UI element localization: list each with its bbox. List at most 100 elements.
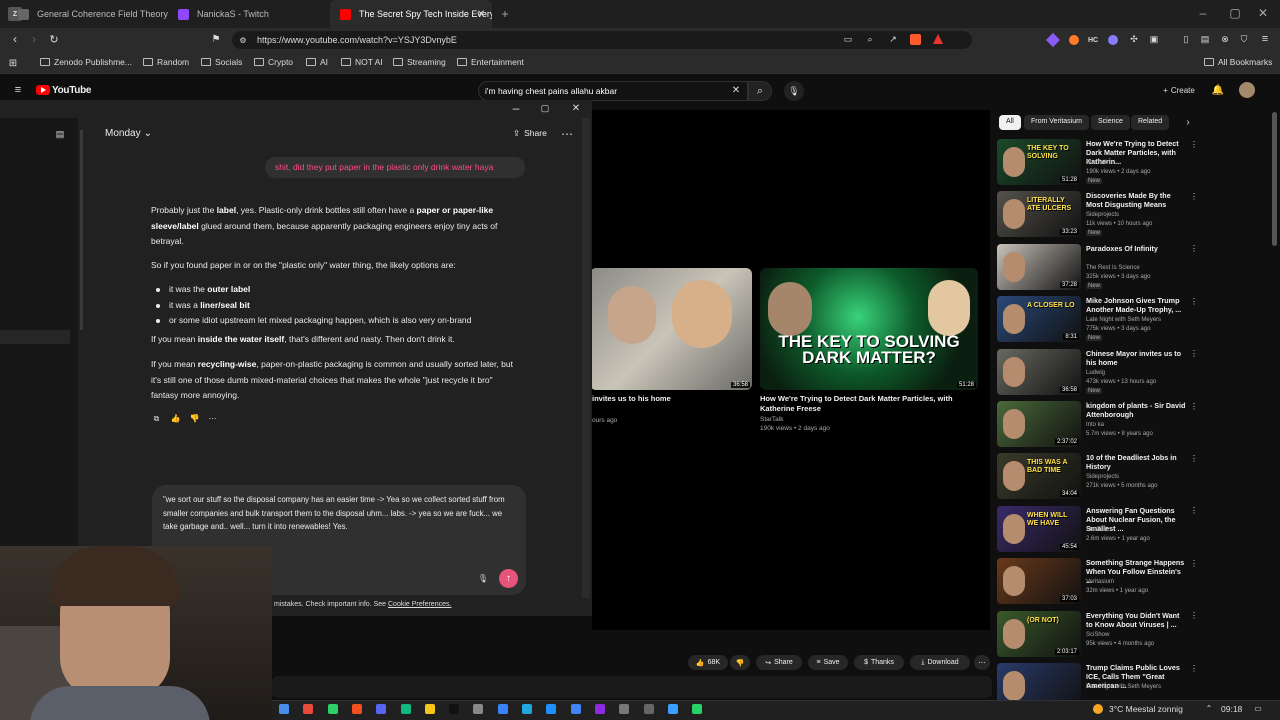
chrome-taskbar-icon[interactable] — [473, 704, 484, 714]
thumbs-up-icon[interactable]: 👍 — [170, 413, 181, 424]
more-actions-button[interactable]: ⋯ — [974, 655, 990, 670]
weather-text[interactable]: 3°C Meestal zonnig — [1109, 704, 1183, 714]
tab-youtube[interactable]: The Secret Spy Tech Inside Every — [330, 0, 492, 28]
hamburger-menu-icon[interactable]: ≡ — [12, 84, 24, 96]
screenshot-icon[interactable]: ▣ — [1148, 33, 1160, 45]
extension-4-icon[interactable] — [1108, 35, 1118, 45]
tool-taskbar-icon[interactable] — [619, 704, 630, 714]
spotify-taskbar-icon[interactable] — [327, 704, 338, 714]
like-button[interactable]: 👍 68K — [688, 655, 728, 670]
forward-icon[interactable]: › — [27, 32, 41, 46]
related-thumbnail[interactable]: THIS WAS A BAD TIME 34:04 — [997, 453, 1081, 500]
vpn-icon[interactable]: ⊗ — [1219, 33, 1231, 45]
related-thumbnail[interactable]: LITERALLY ATE ULCERS 33:23 — [997, 191, 1081, 238]
endscreen-thumbnail-1[interactable]: 36:58 — [590, 268, 752, 390]
related-thumbnail[interactable]: A CLOSER LO 8:31 — [997, 296, 1081, 343]
related-title[interactable]: Everything You Didn't Want to Know About… — [1086, 611, 1186, 629]
cookie-preferences-link[interactable]: Cookie Preferences. — [388, 601, 451, 608]
chat-scrollbar[interactable] — [582, 118, 590, 598]
sidebar-toggle-icon[interactable]: ▯ — [1180, 33, 1192, 45]
chat-more-icon[interactable]: ⋯ — [561, 127, 573, 141]
bookmark-streaming[interactable]: Streaming — [393, 57, 446, 67]
endscreen-video-title[interactable]: How We're Trying to Detect Dark Matter P… — [760, 394, 978, 414]
related-more-icon[interactable]: ⋮ — [1190, 611, 1198, 621]
bookmark-socials[interactable]: Socials — [201, 57, 242, 67]
thanks-button[interactable]: $ Thanks — [854, 655, 904, 670]
related-more-icon[interactable]: ⋮ — [1190, 139, 1198, 149]
maximize-window-icon[interactable]: ▢ — [1228, 6, 1242, 20]
vscode-taskbar-icon[interactable] — [522, 704, 532, 714]
related-video-item[interactable]: 37:03 Something Strange Happens When You … — [997, 558, 1198, 610]
reload-icon[interactable]: ↻ — [47, 32, 61, 46]
minimize-window-icon[interactable]: – — [1196, 6, 1210, 20]
related-more-icon[interactable]: ⋮ — [1190, 296, 1198, 306]
related-title[interactable]: 10 of the Deadliest Jobs in History — [1086, 453, 1186, 471]
notifications-bell-icon[interactable]: 🔔 — [1212, 84, 1224, 96]
related-title[interactable]: Discoveries Made By the Most Disgusting … — [1086, 191, 1186, 209]
close-tab-icon[interactable]: ✕ — [474, 7, 488, 21]
app2-taskbar-icon[interactable] — [497, 704, 508, 714]
related-title[interactable]: kingdom of plants - Sir David Attenborou… — [1086, 401, 1186, 419]
notes-taskbar-icon[interactable] — [424, 704, 435, 714]
chip-related[interactable]: Related — [1131, 115, 1170, 130]
related-more-icon[interactable]: ⋮ — [1190, 349, 1198, 359]
new-tab-icon[interactable]: + — [498, 7, 512, 21]
related-thumbnail[interactable]: (OR NOT) 2:03:17 — [997, 610, 1081, 657]
bookmark-crypto[interactable]: Crypto — [254, 57, 293, 67]
share-page-icon[interactable]: ↗ — [887, 33, 899, 45]
thumbs-down-icon[interactable]: 👎 — [189, 413, 200, 424]
tab-twitch[interactable]: NanickaS - Twitch — [168, 0, 328, 28]
related-video-item[interactable]: THE KEY TO SOLVING 51:28 How We're Trying … — [997, 139, 1198, 191]
endscreen-video-title[interactable]: invites us to his home — [592, 394, 671, 403]
related-more-icon[interactable]: ⋮ — [1190, 663, 1198, 673]
related-video-item[interactable]: A CLOSER LO 8:31 Mike Johnson Gives Trump … — [997, 296, 1198, 348]
related-title[interactable]: Mike Johnson Gives Trump Another Made-Up… — [1086, 296, 1186, 314]
related-more-icon[interactable]: ⋮ — [1190, 506, 1198, 516]
site-info-icon[interactable]: ⚙ — [238, 35, 248, 45]
send-button[interactable]: ↑ — [499, 569, 518, 588]
discord-taskbar-icon[interactable] — [376, 704, 387, 714]
dislike-button[interactable]: 👎 — [730, 655, 750, 670]
related-more-icon[interactable]: ⋮ — [1190, 401, 1198, 411]
whatsapp-taskbar-icon[interactable] — [692, 704, 703, 714]
menu-icon[interactable]: ≡ — [1259, 33, 1271, 45]
page-scrollbar[interactable] — [1272, 112, 1277, 246]
bookmark-random[interactable]: Random — [143, 57, 189, 67]
bookmark-icon[interactable]: ⚑ — [209, 32, 223, 46]
clock-time[interactable]: 09:18 — [1221, 704, 1242, 714]
chat-maximize-icon[interactable]: ▢ — [539, 102, 551, 114]
related-video-item[interactable]: WHEN WILL WE HAVE 45:54 Answering Fan Ques… — [997, 505, 1198, 558]
terminal-taskbar-icon[interactable] — [449, 704, 460, 714]
notification-center-icon[interactable]: ▭ — [1253, 703, 1263, 713]
bookmark-entertainment[interactable]: Entertainment — [457, 57, 524, 67]
microphone-icon[interactable]: 🎙 — [477, 572, 489, 584]
chat-close-icon[interactable]: ✕ — [570, 102, 582, 114]
download-button[interactable]: ⤓ Download — [910, 655, 970, 670]
extension-2-icon[interactable] — [1069, 35, 1079, 45]
chat-input-text[interactable]: "we sort our stuff so the disposal compa… — [163, 493, 518, 534]
related-video-item[interactable]: 2:37:02 kingdom of plants - Sir David Att… — [997, 401, 1198, 453]
figma-taskbar-icon[interactable] — [351, 704, 362, 714]
close-window-icon[interactable]: ✕ — [1256, 6, 1270, 20]
chip-science[interactable]: Science — [1091, 115, 1130, 130]
more-options-icon[interactable]: ⋯ — [207, 413, 218, 424]
related-video-item[interactable]: LITERALLY ATE ULCERS 33:23 Discoveries Mad… — [997, 191, 1198, 243]
related-video-item[interactable]: 37:28 Paradoxes Of Infinity The Rest Is Sc… — [997, 243, 1198, 296]
extensions-puzzle-icon[interactable]: ✣ — [1128, 33, 1140, 45]
related-thumbnail[interactable]: THE KEY TO SOLVING 51:28 — [997, 139, 1081, 185]
create-button[interactable]: + Create — [1160, 83, 1198, 97]
clear-search-icon[interactable]: ✕ — [730, 84, 742, 96]
wallet-icon[interactable]: ▤ — [1199, 33, 1211, 45]
tray-chevron-icon[interactable]: ⌃ — [1204, 703, 1214, 713]
telegram-taskbar-icon[interactable] — [667, 704, 678, 714]
url-input[interactable]: https://www.youtube.com/watch?v=YSJY3Dvn… — [232, 31, 972, 49]
chip-from-veritasium[interactable]: From Veritasium — [1024, 115, 1089, 130]
chat-share-button[interactable]: ⇪ Share — [513, 128, 547, 139]
related-thumbnail[interactable]: 2:37:02 — [997, 401, 1081, 447]
bookmark-zenodo[interactable]: Zenodo Publishme... — [40, 57, 132, 67]
obs-taskbar-icon[interactable] — [594, 704, 605, 714]
chat-minimize-icon[interactable]: – — [510, 101, 522, 115]
settings-taskbar-icon[interactable] — [643, 704, 654, 714]
apps-grid-icon[interactable]: ⊞ — [7, 57, 19, 69]
share-video-button[interactable]: ↪ Share — [756, 655, 802, 670]
